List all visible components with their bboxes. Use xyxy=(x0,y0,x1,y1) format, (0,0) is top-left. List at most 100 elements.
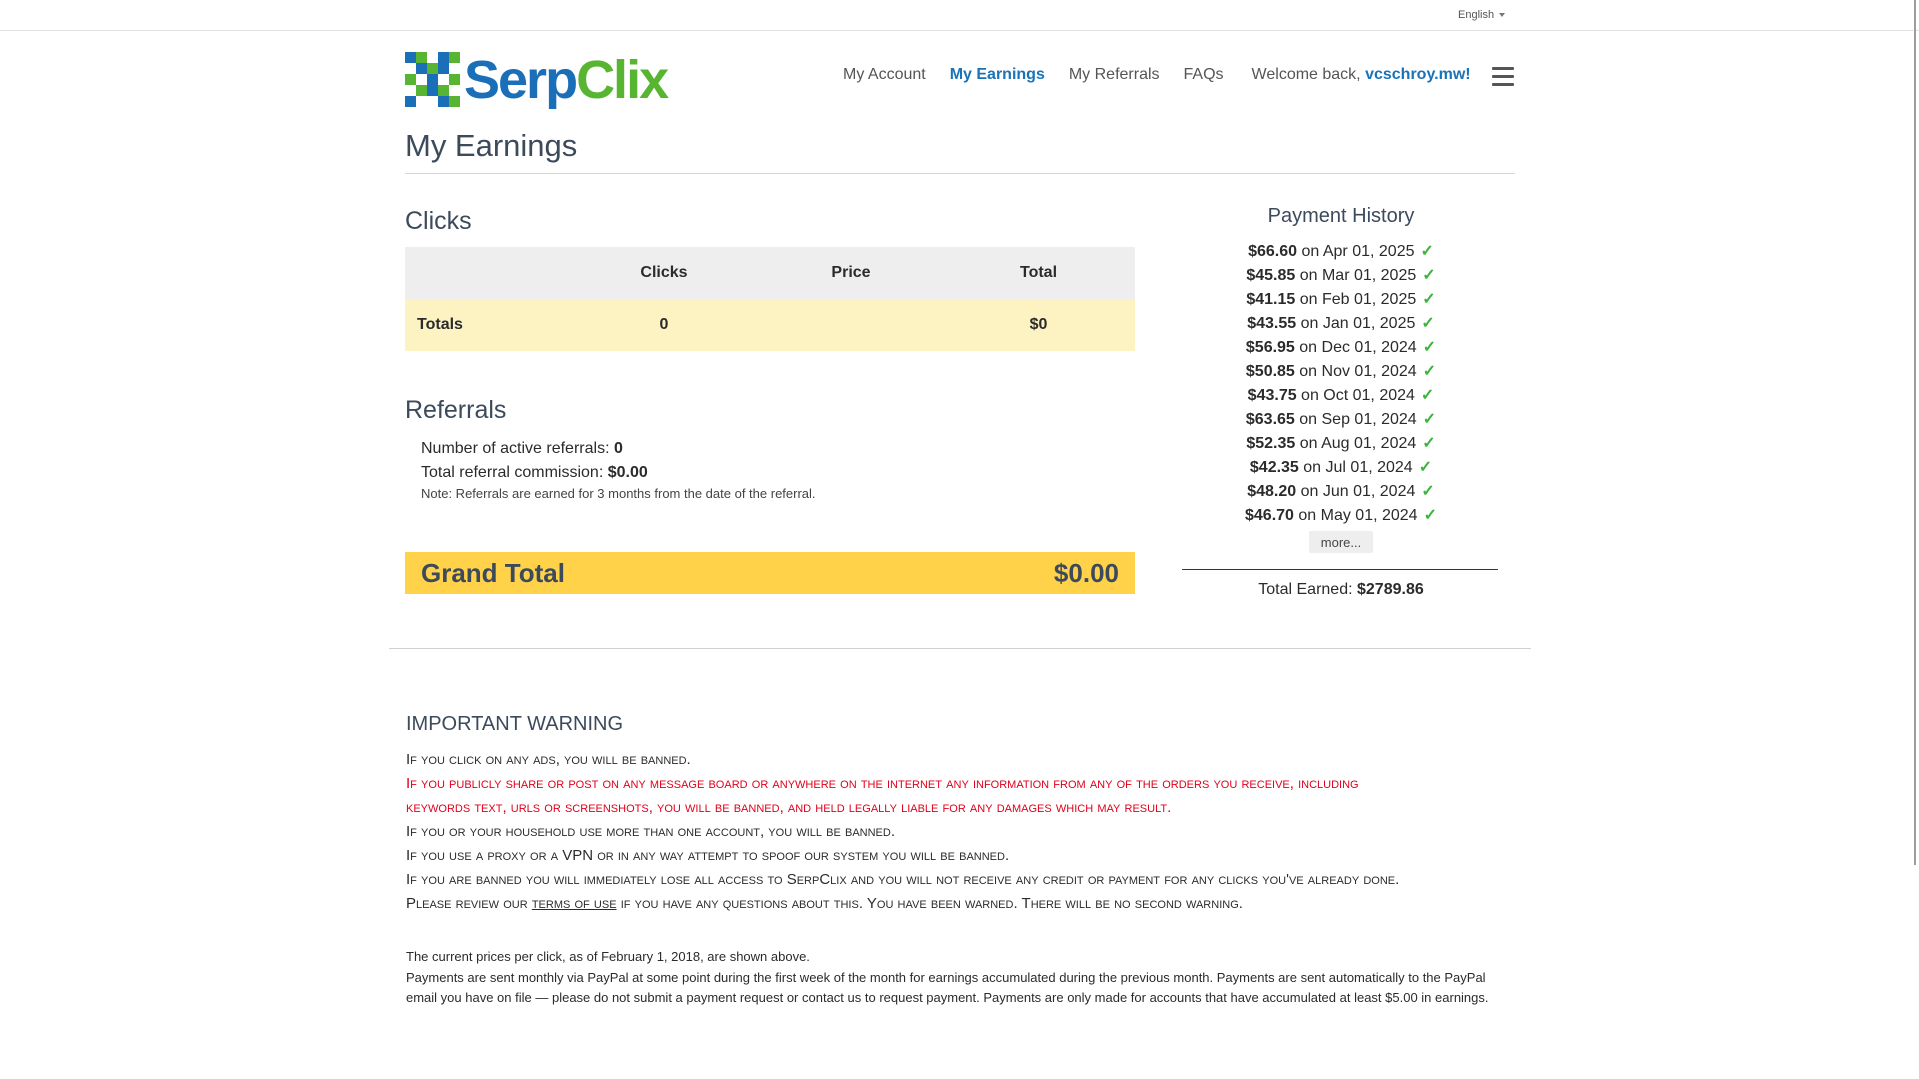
active-referrals: Number of active referrals: 0 xyxy=(421,437,816,461)
logo-text-serp: Serp xyxy=(464,50,578,110)
clicks-title: Clicks xyxy=(405,207,472,235)
payment-date: Mar 01, 2025 xyxy=(1321,267,1417,284)
payment-date: Dec 01, 2024 xyxy=(1321,339,1417,356)
warning-line-red: If you publicly share or post on any mes… xyxy=(406,775,1359,792)
payment-date: Jul 01, 2024 xyxy=(1325,459,1413,476)
payment-history-item: $43.75 on Oct 01, 2024 ✓ xyxy=(1181,384,1501,408)
payment-on: on xyxy=(1296,387,1324,404)
welcome-message: Welcome back, vcschroy.mw! xyxy=(1252,66,1471,84)
payment-amount: $43.75 xyxy=(1247,387,1297,404)
hamburger-icon[interactable] xyxy=(1492,67,1514,86)
payment-history-item: $42.35 on Jul 01, 2024 ✓ xyxy=(1181,456,1501,480)
payment-history-item: $43.55 on Jan 01, 2025 ✓ xyxy=(1181,312,1501,336)
table-header-row: Clicks Price Total xyxy=(405,247,1135,299)
nav-my-referrals[interactable]: My Referrals xyxy=(1069,66,1160,84)
active-referrals-value: 0 xyxy=(613,440,623,457)
payment-on: on xyxy=(1294,363,1322,380)
payment-on: on xyxy=(1294,411,1322,428)
nav-my-account[interactable]: My Account xyxy=(843,66,926,84)
payment-on: on xyxy=(1297,243,1323,260)
totals-label: Totals xyxy=(405,299,568,351)
payment-history-item: $46.70 on May 01, 2024 ✓ xyxy=(1181,504,1501,528)
serpclix-logo[interactable]: SerpClix xyxy=(405,50,669,110)
check-icon: ✓ xyxy=(1421,315,1435,332)
warning-line-prefix: Please review our xyxy=(406,895,532,912)
payment-history-item: $66.60 on Apr 01, 2025 ✓ xyxy=(1181,240,1501,264)
nav-my-earnings[interactable]: My Earnings xyxy=(950,66,1045,84)
payment-history-title: Payment History xyxy=(1267,205,1415,227)
referrals-title: Referrals xyxy=(405,396,507,424)
terms-of-use-link[interactable]: terms of use xyxy=(532,895,617,912)
payment-on: on xyxy=(1295,291,1322,308)
caret-down-icon xyxy=(1499,13,1506,18)
check-icon: ✓ xyxy=(1422,339,1437,356)
payment-history-item: $56.95 on Dec 01, 2024 ✓ xyxy=(1181,336,1501,360)
nav-faqs[interactable]: FAQs xyxy=(1184,66,1224,84)
warning-line-suffix: if you have any questions about this. Yo… xyxy=(616,895,1243,912)
column-header-price: Price xyxy=(760,247,942,299)
payment-on: on xyxy=(1294,339,1322,356)
username-link[interactable]: vcschroy.mw xyxy=(1365,66,1465,83)
welcome-prefix: Welcome back, xyxy=(1251,66,1366,83)
payment-amount: $66.60 xyxy=(1248,243,1298,260)
check-icon: ✓ xyxy=(1422,435,1436,452)
payment-on: on xyxy=(1293,507,1321,524)
column-header-clicks: Clicks xyxy=(568,247,760,299)
footer-notes: The current prices per click, as of Febr… xyxy=(406,947,1516,1009)
check-icon: ✓ xyxy=(1421,483,1435,500)
total-earned: Total Earned: $2789.86 xyxy=(1181,581,1501,599)
payment-amount: $41.15 xyxy=(1246,291,1296,308)
totals-clicks: 0 xyxy=(568,299,760,351)
check-icon: ✓ xyxy=(1418,459,1433,476)
referral-commission-label: Total referral commission: xyxy=(421,464,608,481)
payment-amount: $43.55 xyxy=(1247,315,1297,332)
warning-line-red: keywords text, urls or screenshots, you … xyxy=(406,799,1172,816)
payment-amount: $45.85 xyxy=(1246,267,1296,284)
payment-on: on xyxy=(1296,315,1323,332)
payment-amount: $46.70 xyxy=(1245,507,1294,524)
scrollbar[interactable] xyxy=(1914,0,1916,865)
totals-total: $0 xyxy=(942,299,1135,351)
divider xyxy=(1182,569,1498,570)
main-nav: My Account My Earnings My Referrals FAQs… xyxy=(843,66,1471,84)
referrals-summary: Number of active referrals: 0 Total refe… xyxy=(421,437,816,503)
payment-date: Apr 01, 2025 xyxy=(1322,243,1415,260)
language-selector[interactable]: English xyxy=(1458,9,1506,21)
check-icon: ✓ xyxy=(1422,291,1436,308)
grand-total-label: Grand Total xyxy=(421,557,565,588)
logo-text: SerpClix xyxy=(464,50,669,110)
payment-amount: $42.35 xyxy=(1249,459,1299,476)
top-bar: English xyxy=(0,0,1919,31)
payment-date: Nov 01, 2024 xyxy=(1321,363,1417,380)
totals-row: Totals 0 $0 xyxy=(405,299,1135,351)
referral-commission-value: $0.00 xyxy=(607,464,648,481)
logo-text-clix: Clix xyxy=(576,50,669,110)
logo-mark-icon xyxy=(405,52,461,108)
payment-date: May 01, 2024 xyxy=(1320,507,1418,524)
totals-price xyxy=(760,299,942,351)
payment-amount: $48.20 xyxy=(1247,483,1297,500)
payment-date: Feb 01, 2025 xyxy=(1321,291,1417,308)
grand-total-bar: Grand Total $0.00 xyxy=(405,552,1135,594)
payment-history-item: $63.65 on Sep 01, 2024 ✓ xyxy=(1181,408,1501,432)
referral-commission: Total referral commission: $0.00 xyxy=(421,461,816,485)
warning-title: IMPORTANT WARNING xyxy=(406,713,624,735)
payment-amount: $63.65 xyxy=(1245,411,1295,428)
payment-history-item: $48.20 on Jun 01, 2024 ✓ xyxy=(1181,480,1501,504)
grand-total-value: $0.00 xyxy=(1053,557,1119,588)
payment-on: on xyxy=(1298,459,1326,476)
more-button[interactable]: more... xyxy=(1309,531,1373,553)
payment-history-item: $50.85 on Nov 01, 2024 ✓ xyxy=(1181,360,1501,384)
payment-history-item: $52.35 on Aug 01, 2024 ✓ xyxy=(1181,432,1501,456)
language-label: English xyxy=(1458,9,1495,21)
clicks-table: Clicks Price Total Totals 0 $0 xyxy=(405,247,1135,351)
payment-on: on xyxy=(1295,267,1322,284)
warning-line: If you click on any ads, you will be ban… xyxy=(406,751,691,768)
warning-list: If you click on any ads, you will be ban… xyxy=(406,748,1516,916)
column-header-total: Total xyxy=(942,247,1135,299)
page-title: My Earnings xyxy=(405,128,578,163)
column-header xyxy=(405,247,568,299)
warning-line: Please review our terms of use if you ha… xyxy=(406,892,1516,916)
warning-line: If you or your household use more than o… xyxy=(406,823,896,840)
payment-date: Jun 01, 2024 xyxy=(1322,483,1416,500)
